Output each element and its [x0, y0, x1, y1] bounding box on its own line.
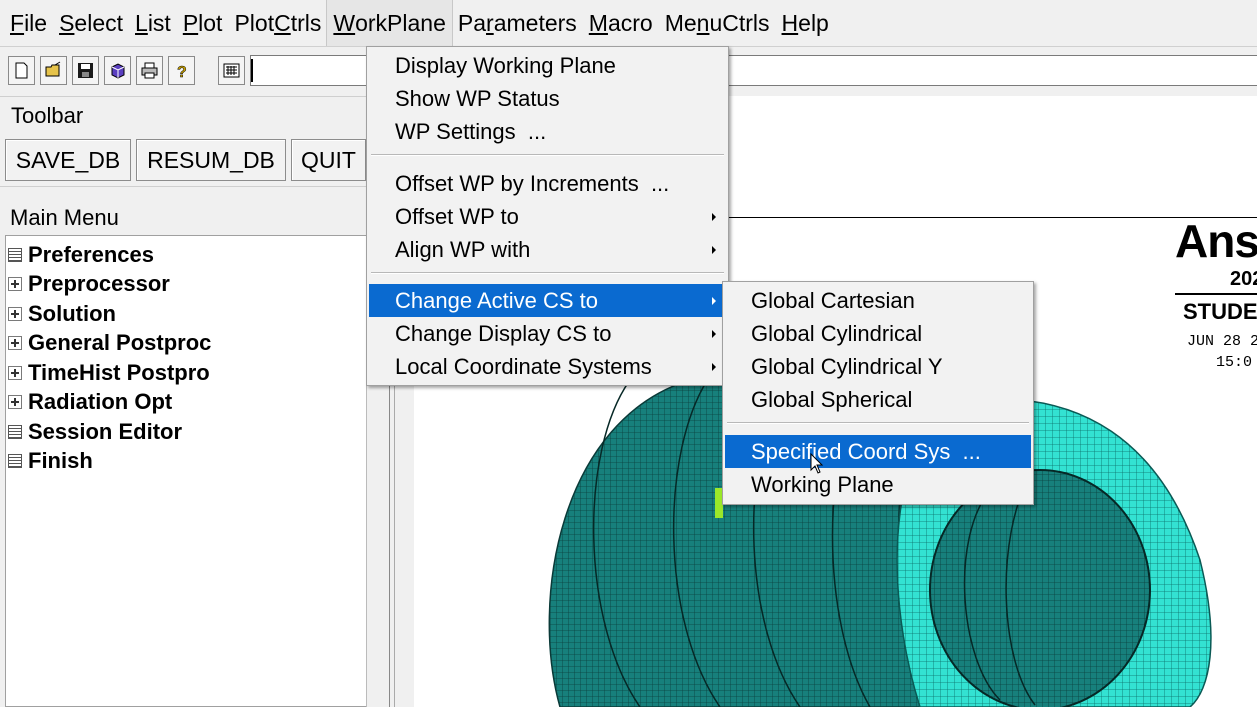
submenu-arrow-icon [712, 297, 716, 305]
tree-item-general-postproc[interactable]: General Postproc [8, 328, 211, 357]
mouse-cursor-icon [810, 453, 824, 474]
tree-item-finish[interactable]: Finish [8, 446, 93, 475]
workplane-dropdown: Display Working Plane Show WP Status WP … [366, 46, 729, 386]
plot-date: JUN 28 2 [1187, 333, 1257, 350]
tree-item-solution[interactable]: Solution [8, 299, 116, 328]
keyboard-icon[interactable] [218, 56, 245, 85]
main-menu-header: Main Menu [5, 201, 370, 234]
menu-item-change-active-cs[interactable]: Change Active CS to [369, 284, 726, 317]
document-icon [8, 247, 22, 262]
menu-item-local-coordinate-systems[interactable]: Local Coordinate Systems [369, 350, 726, 383]
menu-item-change-display-cs[interactable]: Change Display CS to [369, 317, 726, 350]
submenu-arrow-icon [712, 213, 716, 221]
change-active-cs-submenu: Global Cartesian Global Cylindrical Glob… [722, 281, 1034, 505]
resume-db-button[interactable]: RESUM_DB [136, 139, 286, 181]
expand-icon[interactable] [8, 365, 22, 380]
tree-item-timehist-postpro[interactable]: TimeHist Postpro [8, 358, 210, 387]
toolbar-separator [0, 186, 370, 200]
menu-item-global-cylindrical-y[interactable]: Global Cylindrical Y [725, 350, 1031, 383]
toolbar-buttons: SAVE_DB RESUM_DB QUIT [0, 134, 370, 186]
menu-menuctrls[interactable]: Me n uCtrls [659, 0, 776, 46]
menu-plotctrls[interactable]: Plot Ctrls [228, 0, 327, 46]
quit-button[interactable]: QUIT [291, 139, 366, 181]
save-icon[interactable] [72, 56, 99, 85]
expand-icon[interactable] [8, 306, 22, 321]
cube-icon[interactable] [104, 56, 131, 85]
menu-item-working-plane[interactable]: Working Plane [725, 468, 1031, 501]
menu-plot[interactable]: Plot [177, 0, 229, 46]
ansys-logo: Ans [1175, 215, 1257, 267]
print-icon[interactable] [136, 56, 163, 85]
menu-file[interactable]: File [4, 0, 53, 46]
toolbar-label: Toolbar [0, 96, 370, 134]
menu-item-global-spherical[interactable]: Global Spherical [725, 383, 1031, 416]
menu-parameters[interactable]: Pa r ameters [452, 0, 583, 46]
menu-select[interactable]: Select [53, 0, 129, 46]
edition-label: STUDE [1183, 299, 1257, 324]
open-folder-icon[interactable] [40, 56, 67, 85]
menu-item-wp-settings[interactable]: WP Settings ... [369, 115, 726, 148]
document-icon [8, 424, 22, 439]
menu-item-specified-coord-sys[interactable]: Specified Coord Sys ... [725, 435, 1031, 468]
expand-icon[interactable] [8, 394, 22, 409]
menu-item-global-cartesian[interactable]: Global Cartesian [725, 284, 1031, 317]
version-year: 202 [1230, 268, 1257, 290]
logo-divider [1175, 293, 1257, 295]
expand-icon[interactable] [8, 335, 22, 350]
menu-bar: File Select List Plot Plot Ctrls WorkPlan… [0, 0, 1257, 47]
menu-item-display-working-plane[interactable]: Display Working Plane [369, 49, 726, 82]
submenu-arrow-icon [712, 330, 716, 338]
svg-text:?: ? [177, 64, 187, 80]
tree-item-session-editor[interactable]: Session Editor [8, 417, 182, 446]
document-icon [8, 453, 22, 468]
tree-item-preprocessor[interactable]: Preprocessor [8, 269, 170, 298]
save-db-button[interactable]: SAVE_DB [5, 139, 131, 181]
menu-item-offset-wp-to[interactable]: Offset WP to [369, 200, 726, 233]
menu-help[interactable]: Help [776, 0, 835, 46]
text-caret [251, 59, 253, 82]
menu-item-global-cylindrical[interactable]: Global Cylindrical [725, 317, 1031, 350]
menu-list[interactable]: List [129, 0, 177, 46]
submenu-arrow-icon [712, 246, 716, 254]
menu-macro[interactable]: Macro [583, 0, 659, 46]
menu-separator [727, 422, 1029, 424]
menu-item-align-wp-with[interactable]: Align WP with [369, 233, 726, 266]
menu-separator [371, 154, 724, 156]
tree-item-radiation-opt[interactable]: Radiation Opt [8, 387, 172, 416]
menu-item-show-wp-status[interactable]: Show WP Status [369, 82, 726, 115]
help-icon[interactable]: ? [168, 56, 195, 85]
tree-item-preferences[interactable]: Preferences [8, 240, 154, 269]
main-menu-tree: Preferences Preprocessor Solution Genera… [5, 235, 366, 707]
expand-icon[interactable] [8, 276, 22, 291]
submenu-arrow-icon [712, 363, 716, 371]
menu-item-offset-wp-increments[interactable]: Offset WP by Increments ... [369, 167, 726, 200]
menu-workplane[interactable]: WorkPlane [326, 0, 453, 47]
new-file-icon[interactable] [8, 56, 35, 85]
menu-separator [371, 272, 724, 274]
